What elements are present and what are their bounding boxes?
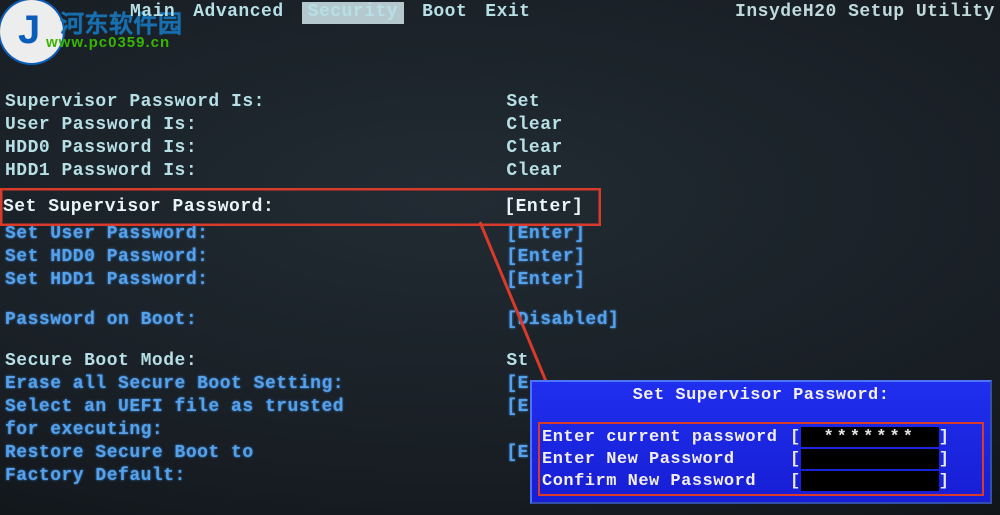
label-secure-boot-mode: Secure Boot Mode: <box>5 351 495 371</box>
dialog-title: Set Supervisor Password: <box>532 382 990 405</box>
row-current-password: Enter current password [ ******* ] <box>542 426 980 448</box>
label-restore-1: Restore Secure Boot to <box>5 443 495 463</box>
value-restore: [E <box>506 443 529 463</box>
row-restore-1[interactable]: Restore Secure Boot to [E <box>5 443 529 463</box>
dialog-body: Enter current password [ ******* ] Enter… <box>538 422 984 496</box>
label-password-on-boot: Password on Boot: <box>5 310 495 330</box>
value-set-hdd1: [Enter] <box>506 270 585 290</box>
bracket-right-icon: ] <box>939 428 950 447</box>
row-user-status: User Password Is: Clear <box>5 115 563 135</box>
row-password-on-boot[interactable]: Password on Boot: [Disabled] <box>5 310 619 330</box>
tab-boot[interactable]: Boot <box>422 2 467 24</box>
annotation-highlight-box <box>0 188 601 226</box>
menu-bar: Main Advanced Security Boot Exit <box>0 2 1000 24</box>
tab-exit[interactable]: Exit <box>485 2 530 24</box>
value-supervisor-status: Set <box>506 92 540 112</box>
value-set-user: [Enter] <box>506 224 585 244</box>
bracket-left-icon: [ <box>790 450 801 469</box>
tab-main[interactable]: Main <box>130 2 175 24</box>
row-set-user[interactable]: Set User Password: [Enter] <box>5 224 585 244</box>
row-set-hdd0[interactable]: Set HDD0 Password: [Enter] <box>5 247 585 267</box>
label-user-status: User Password Is: <box>5 115 495 135</box>
value-erase-secure-boot: [E <box>506 374 529 394</box>
row-set-hdd1[interactable]: Set HDD1 Password: [Enter] <box>5 270 585 290</box>
input-new-password[interactable] <box>801 449 939 469</box>
value-hdd1-status: Clear <box>506 161 563 181</box>
value-password-on-boot: [Disabled] <box>506 310 619 330</box>
label-set-user: Set User Password: <box>5 224 495 244</box>
tab-security[interactable]: Security <box>302 2 404 24</box>
row-new-password: Enter New Password [ ] <box>542 448 980 470</box>
row-secure-boot-mode[interactable]: Secure Boot Mode: St <box>5 351 529 371</box>
row-hdd0-status: HDD0 Password Is: Clear <box>5 138 563 158</box>
label-erase-secure-boot: Erase all Secure Boot Setting: <box>5 374 495 394</box>
label-hdd0-status: HDD0 Password Is: <box>5 138 495 158</box>
row-select-uefi-1[interactable]: Select an UEFI file as trusted [E <box>5 397 529 417</box>
label-select-uefi-2: for executing: <box>5 420 495 440</box>
label-select-uefi-1: Select an UEFI file as trusted <box>5 397 495 417</box>
label-new-password: Enter New Password <box>542 450 790 469</box>
bracket-right-icon: ] <box>939 472 950 491</box>
bios-screen: J 河东软件园 www.pc0359.cn InsydeH20 Setup Ut… <box>0 0 1000 515</box>
row-erase-secure-boot[interactable]: Erase all Secure Boot Setting: [E <box>5 374 529 394</box>
value-select-uefi: [E <box>506 397 529 417</box>
label-supervisor-status: Supervisor Password Is: <box>5 92 495 112</box>
bracket-left-icon: [ <box>790 428 801 447</box>
row-confirm-password: Confirm New Password [ ] <box>542 470 980 492</box>
label-set-hdd0: Set HDD0 Password: <box>5 247 495 267</box>
label-confirm-password: Confirm New Password <box>542 472 790 491</box>
row-select-uefi-2: for executing: <box>5 420 495 440</box>
label-hdd1-status: HDD1 Password Is: <box>5 161 495 181</box>
label-set-hdd1: Set HDD1 Password: <box>5 270 495 290</box>
input-confirm-password[interactable] <box>801 471 939 491</box>
bracket-left-icon: [ <box>790 472 801 491</box>
set-supervisor-password-dialog: Set Supervisor Password: Enter current p… <box>530 380 992 504</box>
input-current-password[interactable]: ******* <box>801 427 939 447</box>
value-set-hdd0: [Enter] <box>506 247 585 267</box>
bracket-right-icon: ] <box>939 450 950 469</box>
label-restore-2: Factory Default: <box>5 466 495 486</box>
row-restore-2: Factory Default: <box>5 466 495 486</box>
value-secure-boot-mode: St <box>506 351 529 371</box>
tab-advanced[interactable]: Advanced <box>193 2 283 24</box>
value-user-status: Clear <box>506 115 563 135</box>
row-supervisor-status: Supervisor Password Is: Set <box>5 92 540 112</box>
watermark-url: www.pc0359.cn <box>46 34 170 51</box>
value-hdd0-status: Clear <box>506 138 563 158</box>
label-current-password: Enter current password <box>542 428 790 447</box>
row-hdd1-status: HDD1 Password Is: Clear <box>5 161 563 181</box>
